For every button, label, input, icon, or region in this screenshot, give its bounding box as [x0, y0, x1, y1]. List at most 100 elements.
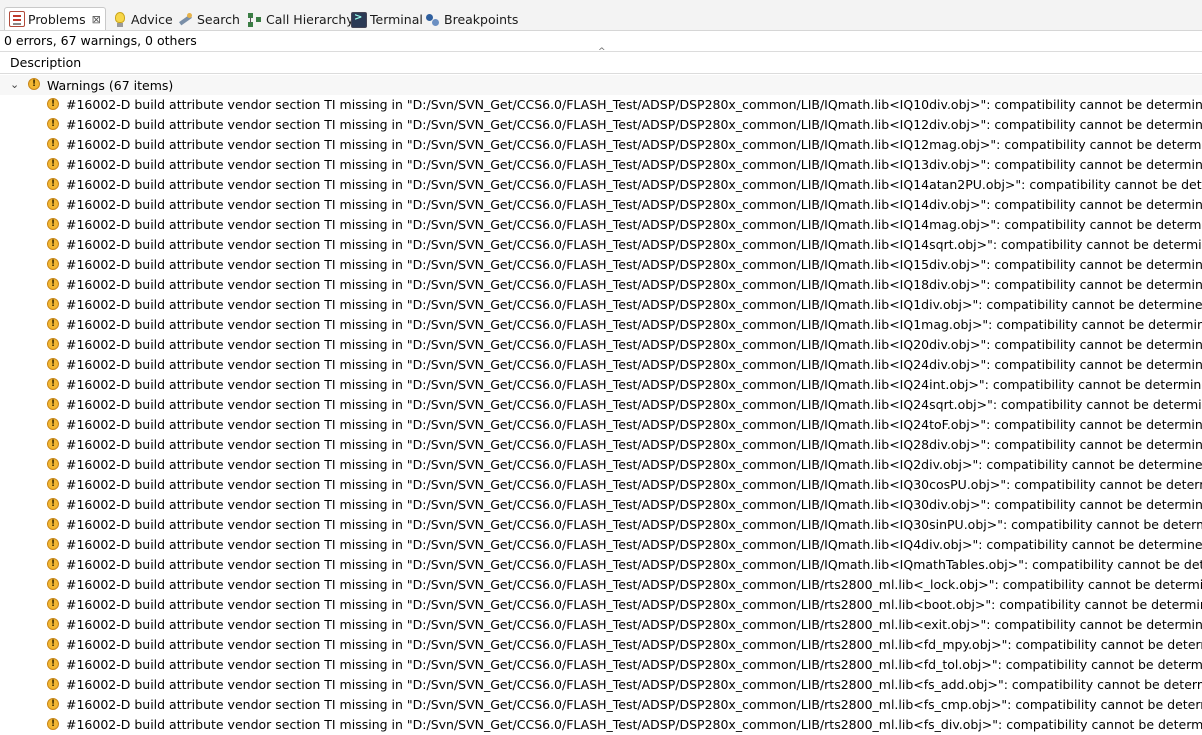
tab-problems[interactable]: Problems ⊠: [4, 7, 106, 30]
warning-description: #16002-D build attribute vendor section …: [66, 217, 1202, 232]
warning-icon: [46, 277, 60, 291]
table-row[interactable]: #16002-D build attribute vendor section …: [0, 535, 1202, 555]
search-icon: [178, 12, 194, 28]
table-row[interactable]: #16002-D build attribute vendor section …: [0, 135, 1202, 155]
warning-description: #16002-D build attribute vendor section …: [66, 157, 1202, 172]
table-row[interactable]: #16002-D build attribute vendor section …: [0, 435, 1202, 455]
warning-description: #16002-D build attribute vendor section …: [66, 717, 1202, 732]
close-icon[interactable]: ⊠: [92, 13, 101, 26]
warning-icon: [46, 337, 60, 351]
warning-description: #16002-D build attribute vendor section …: [66, 637, 1202, 652]
warning-icon: [46, 257, 60, 271]
warning-icon: [46, 297, 60, 311]
table-row[interactable]: #16002-D build attribute vendor section …: [0, 675, 1202, 695]
warning-icon: [46, 657, 60, 671]
warning-icon: [46, 177, 60, 191]
warning-icon: [46, 457, 60, 471]
warning-icon: [46, 697, 60, 711]
warning-description: #16002-D build attribute vendor section …: [66, 497, 1202, 512]
table-row[interactable]: #16002-D build attribute vendor section …: [0, 355, 1202, 375]
table-row[interactable]: #16002-D build attribute vendor section …: [0, 195, 1202, 215]
warning-description: #16002-D build attribute vendor section …: [66, 617, 1202, 632]
tab-breakpoints-label: Breakpoints: [444, 12, 519, 27]
tab-breakpoints[interactable]: Breakpoints: [425, 8, 518, 31]
warning-icon: [46, 637, 60, 651]
warning-icon: [46, 557, 60, 571]
table-row[interactable]: #16002-D build attribute vendor section …: [0, 555, 1202, 575]
table-row[interactable]: #16002-D build attribute vendor section …: [0, 115, 1202, 135]
tab-terminal[interactable]: Terminal: [351, 8, 423, 31]
table-row[interactable]: #16002-D build attribute vendor section …: [0, 515, 1202, 535]
column-header-description[interactable]: Description ^: [0, 47, 1202, 74]
warning-icon: [46, 157, 60, 171]
warning-icon: [46, 137, 60, 151]
tab-call-hierarchy[interactable]: Call Hierarchy: [247, 8, 354, 31]
table-row[interactable]: #16002-D build attribute vendor section …: [0, 395, 1202, 415]
warning-icon: [27, 77, 41, 91]
warnings-group-label: Warnings (67 items): [47, 78, 174, 93]
warning-description: #16002-D build attribute vendor section …: [66, 297, 1202, 312]
warning-icon: [46, 537, 60, 551]
table-row[interactable]: #16002-D build attribute vendor section …: [0, 595, 1202, 615]
warning-description: #16002-D build attribute vendor section …: [66, 137, 1202, 152]
warning-icon: [46, 237, 60, 251]
table-row[interactable]: #16002-D build attribute vendor section …: [0, 695, 1202, 715]
table-row[interactable]: #16002-D build attribute vendor section …: [0, 575, 1202, 595]
tab-search-label: Search: [197, 12, 240, 27]
warning-description: #16002-D build attribute vendor section …: [66, 537, 1202, 552]
warning-icon: [46, 677, 60, 691]
warning-icon: [46, 717, 60, 731]
chevron-down-icon[interactable]: ⌄: [10, 78, 19, 91]
table-row[interactable]: #16002-D build attribute vendor section …: [0, 655, 1202, 675]
table-row[interactable]: #16002-D build attribute vendor section …: [0, 255, 1202, 275]
table-row[interactable]: #16002-D build attribute vendor section …: [0, 475, 1202, 495]
warning-description: #16002-D build attribute vendor section …: [66, 437, 1202, 452]
table-row[interactable]: #16002-D build attribute vendor section …: [0, 715, 1202, 735]
warnings-group-row[interactable]: ⌄ Warnings (67 items): [0, 75, 1202, 95]
table-row[interactable]: #16002-D build attribute vendor section …: [0, 315, 1202, 335]
warning-description: #16002-D build attribute vendor section …: [66, 477, 1202, 492]
warning-description: #16002-D build attribute vendor section …: [66, 277, 1202, 292]
tab-problems-label: Problems: [28, 11, 86, 27]
warning-description: #16002-D build attribute vendor section …: [66, 657, 1202, 672]
table-row[interactable]: #16002-D build attribute vendor section …: [0, 335, 1202, 355]
table-row[interactable]: #16002-D build attribute vendor section …: [0, 495, 1202, 515]
warning-description: #16002-D build attribute vendor section …: [66, 237, 1202, 252]
tab-advice-label: Advice: [131, 12, 173, 27]
sort-indicator-icon: ^: [598, 47, 606, 57]
warning-icon: [46, 397, 60, 411]
warning-icon: [46, 217, 60, 231]
warning-description: #16002-D build attribute vendor section …: [66, 317, 1202, 332]
warning-description: #16002-D build attribute vendor section …: [66, 357, 1202, 372]
tab-terminal-label: Terminal: [370, 12, 423, 27]
table-row[interactable]: #16002-D build attribute vendor section …: [0, 235, 1202, 255]
table-row[interactable]: #16002-D build attribute vendor section …: [0, 215, 1202, 235]
table-row[interactable]: #16002-D build attribute vendor section …: [0, 375, 1202, 395]
table-row[interactable]: #16002-D build attribute vendor section …: [0, 155, 1202, 175]
table-row[interactable]: #16002-D build attribute vendor section …: [0, 175, 1202, 195]
advice-icon: [112, 11, 128, 28]
table-row[interactable]: #16002-D build attribute vendor section …: [0, 615, 1202, 635]
warning-icon: [46, 517, 60, 531]
tab-search[interactable]: Search: [178, 8, 240, 31]
table-row[interactable]: #16002-D build attribute vendor section …: [0, 455, 1202, 475]
warning-description: #16002-D build attribute vendor section …: [66, 577, 1202, 592]
warning-description: #16002-D build attribute vendor section …: [66, 557, 1202, 572]
warning-description: #16002-D build attribute vendor section …: [66, 337, 1202, 352]
tab-advice[interactable]: Advice: [112, 8, 173, 31]
breakpoints-icon: [425, 12, 441, 28]
tab-call-hierarchy-label: Call Hierarchy: [266, 12, 354, 27]
terminal-icon: [351, 11, 367, 28]
warning-description: #16002-D build attribute vendor section …: [66, 117, 1202, 132]
warning-icon: [46, 417, 60, 431]
warning-icon: [46, 437, 60, 451]
table-row[interactable]: #16002-D build attribute vendor section …: [0, 275, 1202, 295]
table-row[interactable]: #16002-D build attribute vendor section …: [0, 415, 1202, 435]
table-row[interactable]: #16002-D build attribute vendor section …: [0, 635, 1202, 655]
warning-description: #16002-D build attribute vendor section …: [66, 597, 1202, 612]
call-hierarchy-icon: [247, 12, 263, 28]
problems-summary: 0 errors, 67 warnings, 0 others: [4, 33, 197, 48]
table-row[interactable]: #16002-D build attribute vendor section …: [0, 295, 1202, 315]
column-header-label: Description: [10, 55, 82, 70]
table-row[interactable]: #16002-D build attribute vendor section …: [0, 95, 1202, 115]
